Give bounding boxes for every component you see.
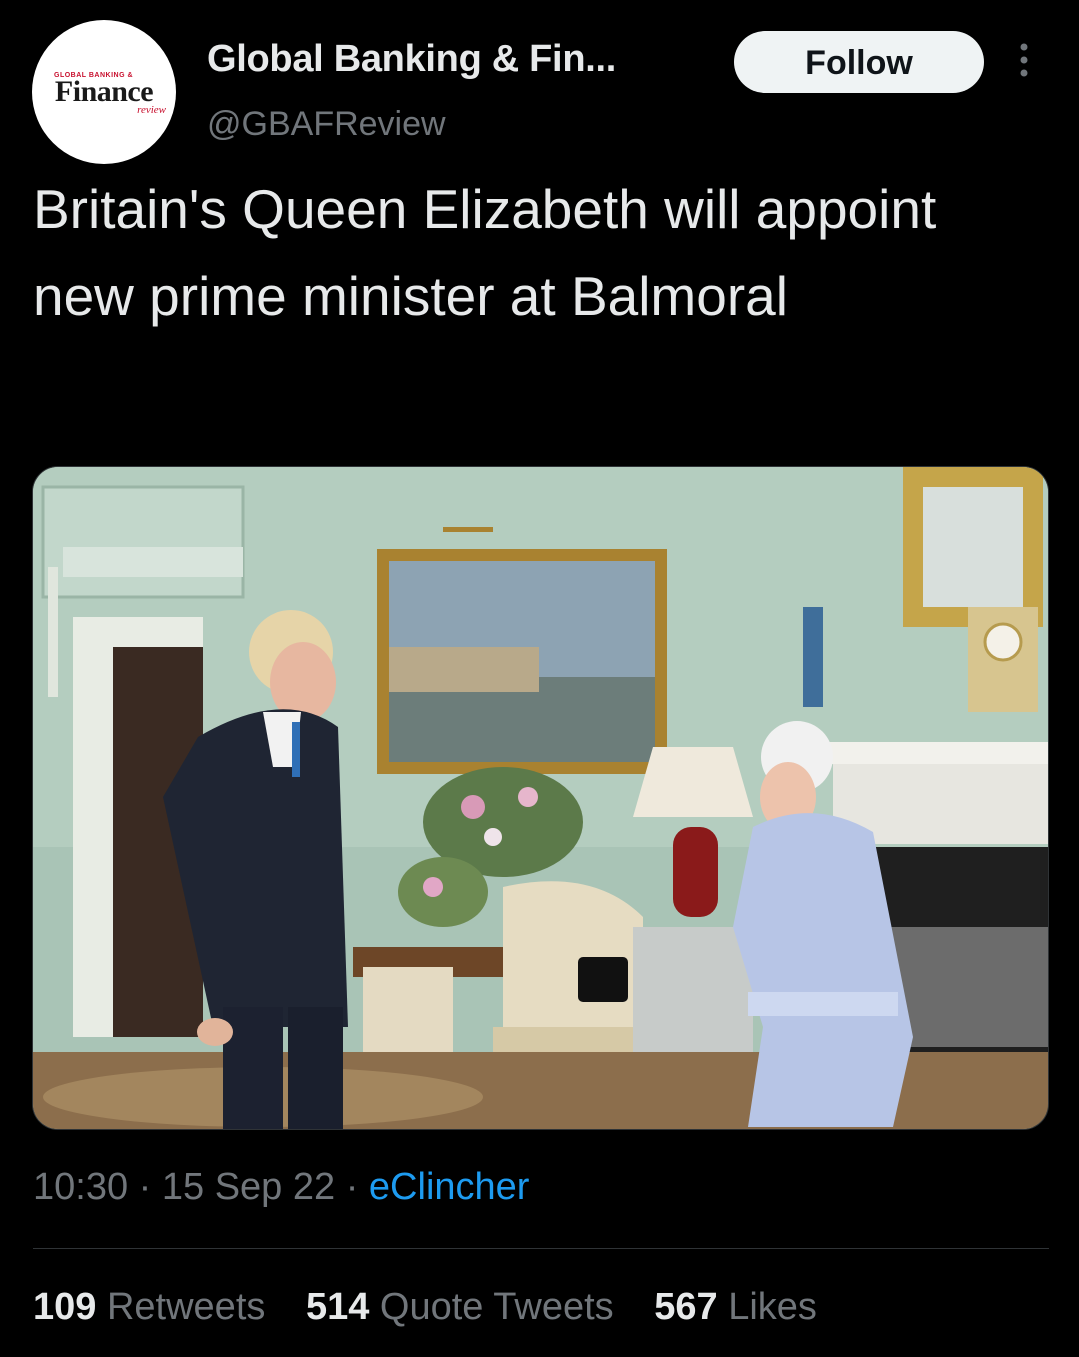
tweet-text: Britain's Queen Elizabeth will appoint n…	[33, 178, 937, 327]
follow-button[interactable]: Follow	[734, 31, 984, 93]
more-vertical-icon[interactable]	[1012, 40, 1036, 80]
meta-separator: ·	[128, 1166, 162, 1208]
tweet-stats: 109 Retweets 514 Quote Tweets 567 Likes	[33, 1286, 847, 1329]
likes-stat[interactable]: 567 Likes	[654, 1286, 817, 1328]
meta-separator: ·	[335, 1166, 369, 1208]
tweet-time[interactable]: 10:30	[33, 1166, 128, 1208]
tweet-meta: 10:30 · 15 Sep 22 · eClincher	[33, 1166, 529, 1209]
tweet-source-link[interactable]: eClincher	[369, 1166, 530, 1208]
tweet-date[interactable]: 15 Sep 22	[162, 1166, 335, 1208]
divider	[33, 1248, 1049, 1249]
account-display-name[interactable]: Global Banking & Fin...	[207, 38, 616, 81]
account-avatar[interactable]: GLOBAL BANKING & Finance review	[32, 20, 176, 164]
retweets-stat[interactable]: 109 Retweets	[33, 1286, 265, 1328]
tweet-photo[interactable]	[32, 466, 1049, 1130]
account-handle[interactable]: @GBAFReview	[207, 105, 446, 144]
quote-tweets-stat[interactable]: 514 Quote Tweets	[306, 1286, 614, 1328]
gbaf-logo: GLOBAL BANKING & Finance review	[54, 72, 166, 116]
